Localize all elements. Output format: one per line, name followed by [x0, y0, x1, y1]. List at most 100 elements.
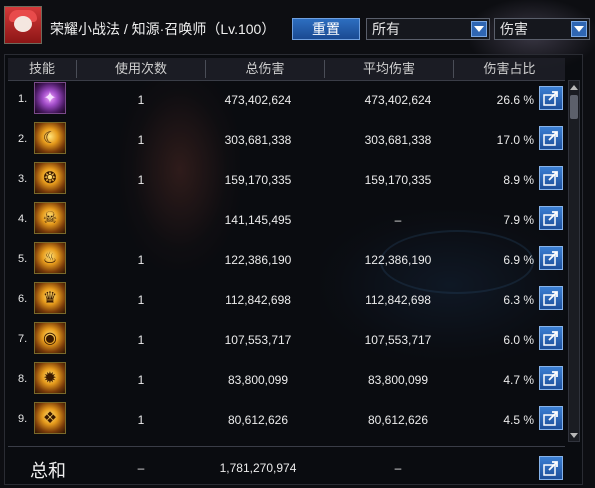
- scrollbar-thumb[interactable]: [570, 95, 578, 119]
- average-damage: 80,612,626: [367, 413, 429, 427]
- column-header-damage-share[interactable]: 伤害占比: [454, 58, 565, 80]
- golden-demon-mask-skill-icon: ☠: [34, 202, 66, 234]
- row-index: 3.: [18, 173, 28, 185]
- total-damage: 107,553,717: [224, 333, 292, 347]
- damage-share: 6.3 %: [503, 293, 534, 307]
- damage-share: 17.0 %: [496, 133, 534, 147]
- share-icon: [543, 411, 558, 426]
- golden-beast-skill-icon: ✹: [34, 362, 66, 394]
- share-total-button[interactable]: [539, 456, 563, 480]
- column-header-use-count[interactable]: 使用次数: [77, 58, 205, 80]
- share-button[interactable]: [539, 366, 563, 390]
- share-button[interactable]: [539, 166, 563, 190]
- share-icon: [543, 171, 558, 186]
- share-button[interactable]: [539, 206, 563, 230]
- share-icon: [543, 331, 558, 346]
- share-button[interactable]: [539, 126, 563, 150]
- share-button[interactable]: [539, 86, 563, 110]
- average-damage: 473,402,624: [364, 93, 432, 107]
- golden-orb-skill-icon: ◉: [34, 322, 66, 354]
- table-row[interactable]: 8. ✹ 1 83,800,099 83,800,099 4.7 %: [8, 360, 565, 400]
- use-count: 1: [137, 333, 145, 347]
- total-use-count: –: [137, 461, 145, 475]
- sort-dropdown[interactable]: 伤害: [494, 18, 590, 40]
- row-index: 8.: [18, 373, 28, 385]
- golden-crescent-skill-icon: ☾: [34, 122, 66, 154]
- row-index: 9.: [18, 413, 28, 425]
- row-index: 1.: [18, 93, 28, 105]
- share-button[interactable]: [539, 246, 563, 270]
- scroll-up-icon[interactable]: [569, 81, 579, 93]
- total-divider: [8, 446, 565, 447]
- share-button[interactable]: [539, 406, 563, 430]
- table-row[interactable]: 5. ♨ 1 122,386,190 122,386,190 6.9 %: [8, 240, 565, 280]
- total-row: 总和 – 1,781,270,974 –: [8, 450, 565, 486]
- table-scrollbar[interactable]: [568, 80, 580, 442]
- use-count: 1: [137, 293, 145, 307]
- share-button[interactable]: [539, 286, 563, 310]
- table-row[interactable]: 9. ❖ 1 80,612,626 80,612,626 4.5 %: [8, 400, 565, 440]
- total-damage: 122,386,190: [224, 253, 292, 267]
- damage-share: 8.9 %: [503, 173, 534, 187]
- average-damage: 83,800,099: [367, 373, 429, 387]
- table-row[interactable]: 3. ❂ 1 159,170,335 159,170,335 8.9 %: [8, 160, 565, 200]
- share-icon: [543, 251, 558, 266]
- chevron-down-icon[interactable]: [471, 21, 487, 37]
- total-damage: 80,612,626: [227, 413, 289, 427]
- total-damage: 303,681,338: [224, 133, 292, 147]
- scroll-down-icon[interactable]: [569, 429, 579, 441]
- filter-dropdown-value: 所有: [372, 21, 400, 37]
- share-icon: [543, 461, 558, 476]
- row-index: 5.: [18, 253, 28, 265]
- purple-flame-skill-icon: ✦: [34, 82, 66, 114]
- character-avatar: [4, 6, 42, 44]
- table-row[interactable]: 2. ☾ 1 303,681,338 303,681,338 17.0 %: [8, 120, 565, 160]
- damage-share: 4.5 %: [503, 413, 534, 427]
- total-damage: 83,800,099: [227, 373, 289, 387]
- average-damage: 107,553,717: [364, 333, 432, 347]
- row-index: 7.: [18, 333, 28, 345]
- column-header-average-damage[interactable]: 平均伤害: [325, 58, 453, 80]
- chevron-down-icon[interactable]: [571, 21, 587, 37]
- use-count: [131, 200, 151, 240]
- table-row[interactable]: 1. ✦ 1 473,402,624 473,402,624 26.6 %: [8, 80, 565, 120]
- total-damage: 141,145,495: [224, 213, 292, 227]
- table-row[interactable]: 6. ♛ 1 112,842,698 112,842,698 6.3 %: [8, 280, 565, 320]
- damage-share: 26.6 %: [496, 93, 534, 107]
- share-icon: [543, 371, 558, 386]
- share-icon: [543, 291, 558, 306]
- use-count: 1: [137, 173, 145, 187]
- share-icon: [543, 91, 558, 106]
- row-index: 4.: [18, 213, 28, 225]
- average-damage: 112,842,698: [365, 293, 431, 307]
- table-row[interactable]: 4. ☠ 141,145,495 – 7.9 %: [8, 200, 565, 240]
- table-header: 技能 使用次数 总伤害 平均伤害 伤害占比: [8, 58, 565, 81]
- column-header-skill[interactable]: 技能: [8, 58, 76, 80]
- damage-share: 4.7 %: [503, 373, 534, 387]
- use-count: 1: [137, 373, 145, 387]
- average-damage: 159,170,335: [364, 173, 432, 187]
- average-damage: –: [394, 213, 402, 227]
- reset-button[interactable]: 重置: [292, 18, 360, 40]
- average-damage: 122,386,190: [364, 253, 432, 267]
- damage-share: 6.0 %: [503, 333, 534, 347]
- filter-dropdown[interactable]: 所有: [366, 18, 490, 40]
- golden-dragon-skill-icon: ❖: [34, 402, 66, 434]
- column-header-total-damage[interactable]: 总伤害: [206, 58, 324, 80]
- use-count: 1: [137, 413, 145, 427]
- damage-share: 6.9 %: [503, 253, 534, 267]
- total-damage-sum: 1,781,270,974: [219, 461, 297, 475]
- total-label: 总和: [30, 461, 66, 481]
- total-damage: 112,842,698: [225, 293, 291, 307]
- share-button[interactable]: [539, 326, 563, 350]
- total-damage: 473,402,624: [224, 93, 292, 107]
- share-icon: [543, 131, 558, 146]
- row-index: 2.: [18, 133, 28, 145]
- average-damage: 303,681,338: [364, 133, 432, 147]
- character-title: 荣耀小战法 / 知源·召唤师（Lv.100）: [50, 21, 276, 37]
- table-row[interactable]: 7. ◉ 1 107,553,717 107,553,717 6.0 %: [8, 320, 565, 360]
- total-average-damage: –: [394, 461, 402, 475]
- use-count: 1: [137, 133, 145, 147]
- share-icon: [543, 211, 558, 226]
- golden-flame-skill-icon: ♨: [34, 242, 66, 274]
